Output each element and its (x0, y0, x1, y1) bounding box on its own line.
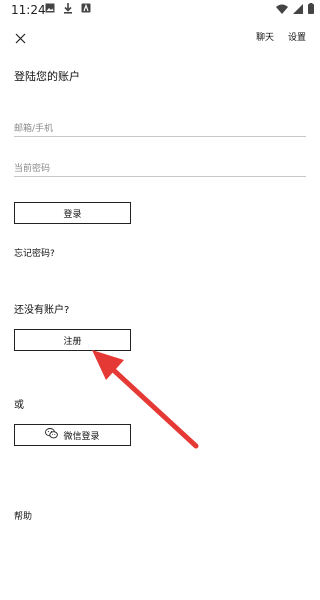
email-field-container (14, 116, 306, 139)
chat-link[interactable]: 聊天 (256, 30, 274, 43)
help-link[interactable]: 帮助 (14, 509, 32, 522)
download-icon (63, 3, 73, 14)
email-field[interactable] (14, 119, 306, 139)
password-field-container (14, 156, 306, 179)
or-divider-label: 或 (14, 400, 24, 411)
close-button[interactable] (10, 28, 30, 48)
wechat-login-button[interactable]: 微信登录 (14, 424, 131, 446)
password-field[interactable] (14, 159, 306, 179)
status-bar: 11:24 (0, 0, 320, 20)
register-button-label: 注册 (63, 336, 82, 347)
login-button[interactable]: 登录 (14, 202, 131, 224)
settings-link[interactable]: 设置 (288, 30, 306, 43)
signal-icon (293, 3, 303, 14)
page-title: 登陆您的账户 (14, 70, 80, 83)
forgot-password-link[interactable]: 忘记密码? (14, 246, 55, 259)
wifi-icon (276, 4, 288, 14)
status-system-icons (276, 3, 314, 14)
battery-icon (308, 3, 314, 14)
login-button-label: 登录 (63, 209, 82, 220)
top-bar: 聊天 设置 (0, 24, 320, 54)
close-icon (15, 29, 26, 48)
no-account-prompt: 还没有账户? (14, 305, 70, 316)
top-actions: 聊天 设置 (256, 30, 306, 43)
wechat-button-label: 微信登录 (63, 431, 100, 442)
wechat-icon (45, 428, 59, 442)
image-icon (45, 3, 55, 14)
annotation-arrow-icon (92, 350, 199, 449)
register-button[interactable]: 注册 (14, 329, 131, 351)
app-notification-icon (81, 3, 91, 14)
status-notification-icons (45, 3, 91, 14)
status-time: 11:24 (11, 3, 46, 17)
